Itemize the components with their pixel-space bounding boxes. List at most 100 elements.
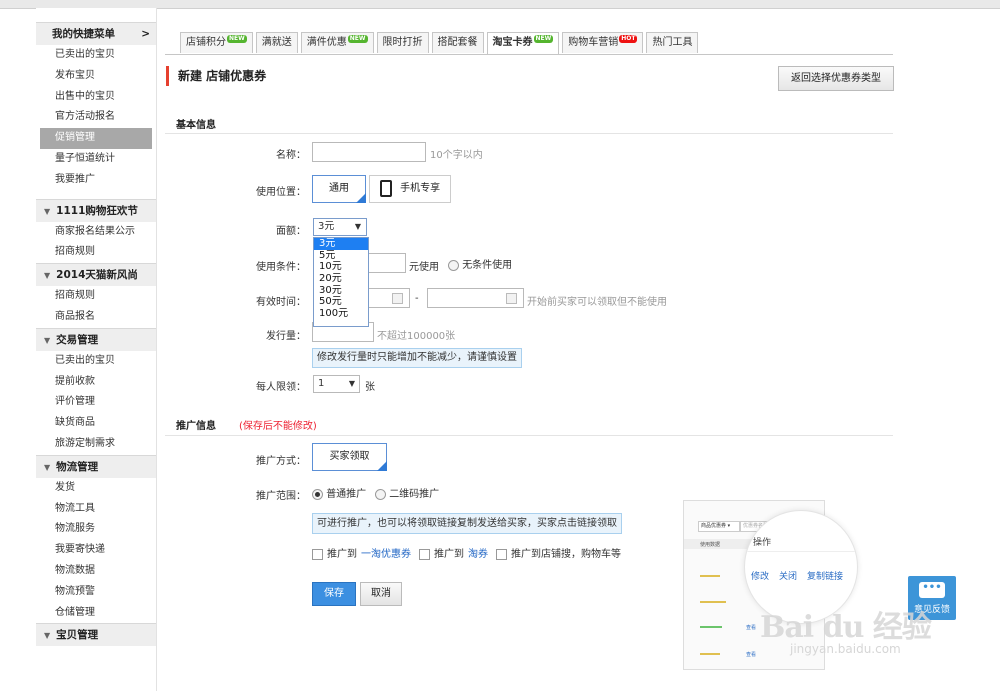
sidebar-sections: ▼ 1111购物狂欢节 商家报名结果公示 招商规则 ▼ 2014天猫新风尚 招商规则 商品报名…: [36, 198, 156, 647]
sidebar-item[interactable]: 出售中的宝贝: [36, 87, 156, 108]
checkbox-icon[interactable]: [419, 548, 430, 560]
channel-link[interactable]: 淘券: [468, 549, 488, 560]
chat-icon: •••: [919, 582, 945, 598]
basic-info-title: 基本信息: [176, 120, 216, 131]
tab-label: 店铺积分: [186, 37, 226, 48]
preview-row-op: 查看: [746, 652, 757, 658]
promo-tabs: 店铺积分 NEW 满就送 满件优惠 NEW 限时打折 搭配套餐 淘宝卡券 NEW 购物车营销 HOT…: [180, 32, 701, 55]
promo-channel-checkbox[interactable]: 推广到店铺搜，购物车等: [496, 545, 621, 560]
tab-3[interactable]: 限时打折: [376, 32, 429, 53]
denomination-option[interactable]: 20元: [314, 273, 368, 285]
sidebar-item[interactable]: 仓储管理: [36, 603, 156, 624]
sidebar-section-header[interactable]: ▼ 1111购物狂欢节: [36, 198, 156, 222]
sidebar-section-header[interactable]: ▼ 宝贝管理: [36, 623, 156, 647]
quantity-label: 发行量：: [266, 331, 306, 342]
sidebar-item[interactable]: 商家报名结果公示: [36, 222, 156, 243]
sidebar-item[interactable]: 旅游定制需求: [36, 434, 156, 455]
sidebar-item[interactable]: 官方活动报名: [36, 107, 156, 128]
sidebar-item[interactable]: 缺货商品: [36, 413, 156, 434]
range-normal-label: 普通推广: [326, 489, 367, 500]
calendar-icon[interactable]: [506, 293, 517, 304]
sidebar-item[interactable]: 发布宝贝: [36, 66, 156, 87]
preview-ops: 修改 关闭 复制链接: [751, 569, 843, 582]
triangle-down-icon: ▼: [44, 462, 51, 472]
position-general-option[interactable]: 通用: [312, 175, 366, 220]
promo-channel-checkbox[interactable]: 推广到 一淘优惠券: [312, 545, 411, 560]
tab-2[interactable]: 满件优惠 NEW: [300, 32, 374, 53]
preview-op-link: 修改: [751, 572, 770, 582]
sidebar-item[interactable]: 提前收款: [36, 372, 156, 393]
condition-label: 使用条件：: [256, 262, 306, 273]
limit-unit: 张: [365, 382, 375, 393]
name-input[interactable]: [312, 142, 426, 162]
position-mobile-option[interactable]: 手机专享: [369, 175, 451, 203]
sidebar-section-header[interactable]: ▼ 2014天猫新风尚: [36, 263, 156, 287]
denomination-option[interactable]: 50元: [314, 296, 368, 308]
divider: [165, 435, 893, 436]
sidebar-item[interactable]: 物流工具: [36, 499, 156, 520]
tab-0[interactable]: 店铺积分 NEW: [180, 32, 253, 53]
limit-value: 1: [318, 378, 325, 389]
denomination-option[interactable]: 3元: [314, 238, 368, 250]
limit-select[interactable]: 1 ▼: [313, 375, 360, 393]
validity-hint: 开始前买家可以领取但不能使用: [527, 297, 667, 308]
promo-notice: 可进行推广，也可以将领取链接复制发送给买家，买家点击链接领取: [312, 513, 622, 534]
calendar-icon[interactable]: [392, 293, 403, 304]
sidebar-item[interactable]: 促销管理: [40, 128, 152, 149]
quick-menu-header[interactable]: 我的快捷菜单 >: [36, 22, 156, 45]
sidebar-item[interactable]: 发货: [36, 478, 156, 499]
sidebar-item[interactable]: 物流服务: [36, 519, 156, 540]
tab-4[interactable]: 搭配套餐: [431, 32, 484, 53]
triangle-down-icon: ▼: [44, 631, 51, 641]
denomination-option[interactable]: 30元: [314, 285, 368, 297]
tab-badge: NEW: [227, 35, 247, 43]
sidebar-item[interactable]: 量子恒道统计: [36, 149, 156, 170]
sidebar-section-title: 宝贝管理: [56, 629, 99, 642]
range-qrcode-radio[interactable]: 二维码推广: [375, 485, 439, 500]
sidebar-item[interactable]: 商品报名: [36, 307, 156, 328]
position-label: 使用位置：: [256, 187, 306, 198]
sidebar-section-header[interactable]: ▼ 物流管理: [36, 454, 156, 478]
checkbox-icon[interactable]: [496, 548, 507, 560]
sidebar-item[interactable]: 物流预警: [36, 582, 156, 603]
sidebar-item[interactable]: 物流数据: [36, 561, 156, 582]
denomination-option[interactable]: 5元: [314, 250, 368, 262]
denomination-option[interactable]: 10元: [314, 261, 368, 273]
sidebar-item[interactable]: 我要寄快递: [36, 540, 156, 561]
cancel-button[interactable]: 取消: [360, 582, 402, 606]
no-condition-radio[interactable]: 无条件使用: [448, 256, 512, 271]
back-to-type-button[interactable]: 返回选择优惠券类型: [778, 66, 894, 91]
tab-5[interactable]: 淘宝卡券 NEW: [486, 32, 560, 55]
denomination-option[interactable]: 100元: [314, 308, 368, 320]
tab-6[interactable]: 购物车营销 HOT: [562, 32, 644, 53]
denomination-select[interactable]: 3元 ▼: [313, 218, 367, 236]
validity-start-input[interactable]: [366, 288, 410, 308]
method-buyer-claim-option[interactable]: 买家领取: [312, 443, 387, 488]
sidebar-item[interactable]: 已卖出的宝贝: [36, 45, 156, 66]
tab-label: 购物车营销: [568, 37, 619, 48]
sidebar-item[interactable]: 已卖出的宝贝: [36, 351, 156, 372]
sidebar-item[interactable]: 招商规则: [36, 286, 156, 307]
promo-channel-checkbox[interactable]: 推广到 淘券: [419, 545, 488, 560]
preview-row-op: 查看: [746, 625, 757, 631]
radio-icon: [448, 259, 459, 271]
condition-amount-input[interactable]: [366, 253, 406, 273]
save-button[interactable]: 保存: [312, 582, 356, 606]
sidebar-item[interactable]: 评价管理: [36, 392, 156, 413]
range-normal-radio[interactable]: 普通推广: [312, 485, 366, 500]
sidebar-section-header[interactable]: ▼ 交易管理: [36, 327, 156, 351]
tab-label: 满就送: [261, 37, 292, 48]
quantity-hint: 不超过100000张: [377, 331, 456, 342]
sidebar-item[interactable]: 招商规则: [36, 242, 156, 263]
tab-badge: NEW: [533, 35, 554, 43]
chevron-right-icon[interactable]: >: [141, 23, 150, 45]
promo-channels: 推广到 一淘优惠券 推广到 淘券 推广到店铺搜，购物车等: [312, 545, 621, 560]
sidebar-item[interactable]: 我要推广: [36, 170, 156, 191]
channel-link[interactable]: 一淘优惠券: [361, 549, 411, 560]
tab-7[interactable]: 热门工具: [646, 32, 699, 53]
tab-1[interactable]: 满就送: [255, 32, 298, 53]
checkbox-icon[interactable]: [312, 548, 323, 560]
radio-icon: [312, 488, 323, 500]
validity-end-input[interactable]: [427, 288, 524, 308]
radio-icon: [375, 488, 386, 500]
